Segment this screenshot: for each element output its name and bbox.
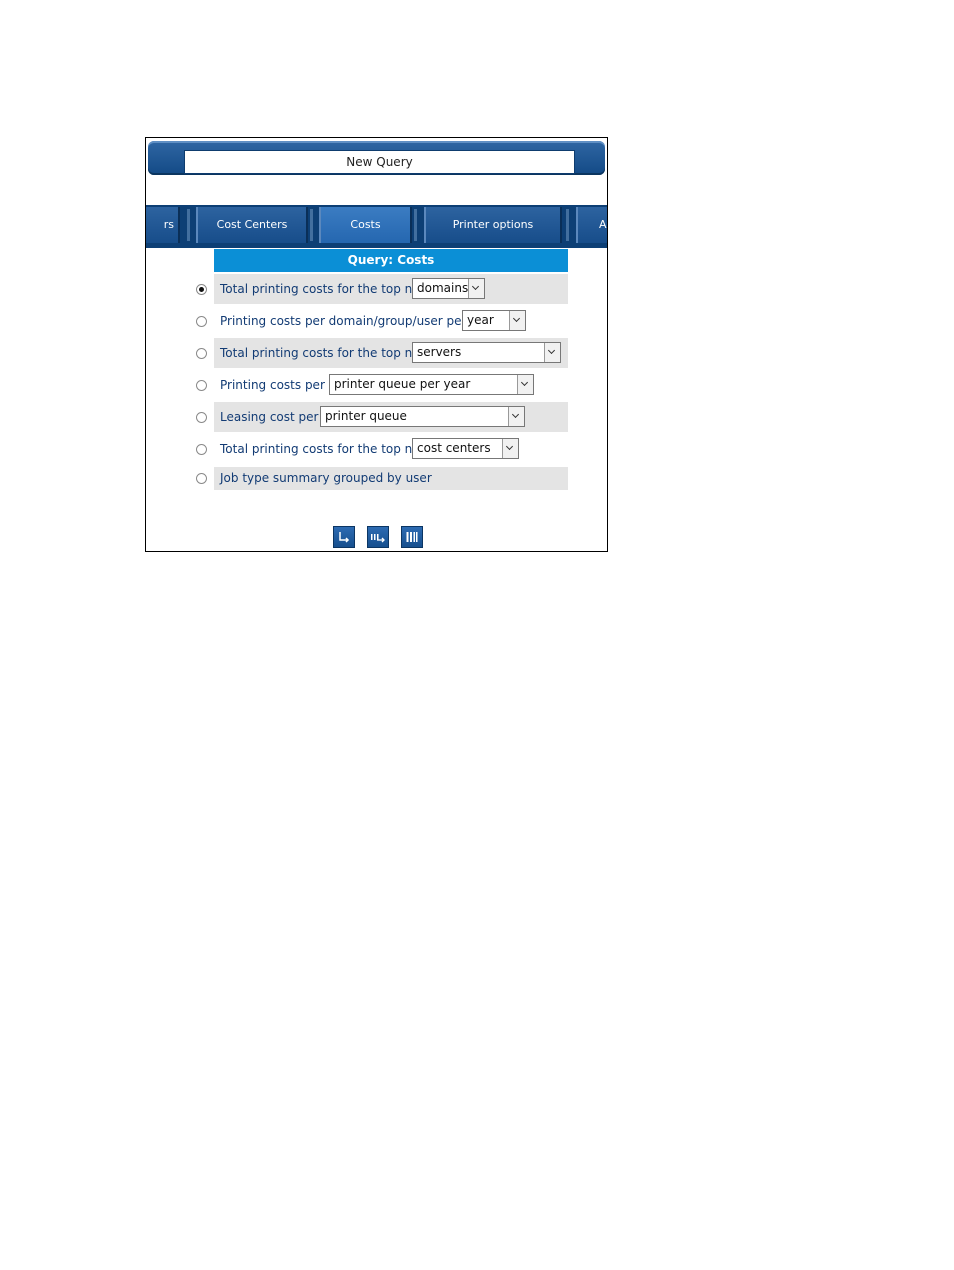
- chevron-down-icon[interactable]: [468, 279, 484, 298]
- query-window: New Query rs Cost Centers Costs Printer …: [145, 137, 608, 552]
- columns-icon: [406, 532, 418, 542]
- period-select[interactable]: year: [462, 310, 526, 331]
- tab-printer-options[interactable]: Printer options: [424, 207, 562, 243]
- tab-cost-centers[interactable]: Cost Centers: [196, 207, 308, 243]
- chevron-down-icon[interactable]: [509, 311, 525, 330]
- select-value: domains: [417, 281, 469, 295]
- query-option-row: Total printing costs for the top n cost …: [196, 434, 568, 464]
- tab-strip: rs Cost Centers Costs Printer options A: [146, 205, 607, 248]
- chevron-down-icon[interactable]: [544, 343, 560, 362]
- top-n-scope-select[interactable]: domains: [412, 278, 485, 299]
- option-radio[interactable]: [196, 380, 207, 391]
- select-value: servers: [417, 345, 462, 359]
- query-option-row: Printing costs per printer queue per yea…: [196, 370, 568, 400]
- query-header: Query: Costs: [214, 249, 568, 272]
- query-option-row: Printing costs per domain/group/user per…: [196, 306, 568, 336]
- select-value: printer queue per year: [334, 377, 471, 391]
- title-bar: New Query: [148, 141, 605, 175]
- option-radio-selected[interactable]: [196, 284, 207, 295]
- top-n-cost-center-select[interactable]: cost centers: [412, 438, 519, 459]
- tab-separator: [310, 209, 313, 241]
- run-query-button[interactable]: [333, 526, 355, 548]
- select-value: printer queue: [325, 409, 407, 423]
- tab-partial-a[interactable]: A: [576, 207, 607, 243]
- tab-users-partial[interactable]: rs: [146, 207, 180, 243]
- option-radio[interactable]: [196, 444, 207, 455]
- printing-costs-per-select[interactable]: printer queue per year: [329, 374, 534, 395]
- option-radio[interactable]: [196, 348, 207, 359]
- chevron-down-icon[interactable]: [502, 439, 518, 458]
- option-radio[interactable]: [196, 412, 207, 423]
- option-radio[interactable]: [196, 316, 207, 327]
- option-label: Job type summary grouped by user: [220, 471, 432, 485]
- chevron-down-icon[interactable]: [508, 407, 524, 426]
- option-radio[interactable]: [196, 473, 207, 484]
- option-label: Total printing costs for the top n: [220, 346, 413, 360]
- query-option-row: Leasing cost per printer queue: [196, 402, 568, 432]
- option-label: Printing costs per: [220, 378, 325, 392]
- query-option-row: Total printing costs for the top n domai…: [196, 274, 568, 304]
- run-chart-button[interactable]: [367, 526, 389, 548]
- option-label: Total printing costs for the top n: [220, 442, 413, 456]
- tab-separator: [414, 209, 417, 241]
- window-title: New Query: [184, 150, 575, 174]
- run-query-icon: [339, 532, 350, 543]
- select-value: cost centers: [417, 441, 491, 455]
- option-label: Printing costs per domain/group/user per: [220, 314, 467, 328]
- option-label: Total printing costs for the top n: [220, 282, 413, 296]
- option-label: Leasing cost per: [220, 410, 319, 424]
- tab-separator: [566, 209, 569, 241]
- tab-separator: [187, 209, 190, 241]
- top-n-server-select[interactable]: servers: [412, 342, 561, 363]
- select-value: year: [467, 313, 494, 327]
- query-option-row: Total printing costs for the top n serve…: [196, 338, 568, 368]
- leasing-cost-select[interactable]: printer queue: [320, 406, 525, 427]
- columns-button[interactable]: [401, 526, 423, 548]
- query-option-row: Job type summary grouped by user: [196, 467, 568, 490]
- tab-costs[interactable]: Costs: [319, 207, 412, 243]
- run-chart-icon: [371, 534, 385, 543]
- chevron-down-icon[interactable]: [517, 375, 533, 394]
